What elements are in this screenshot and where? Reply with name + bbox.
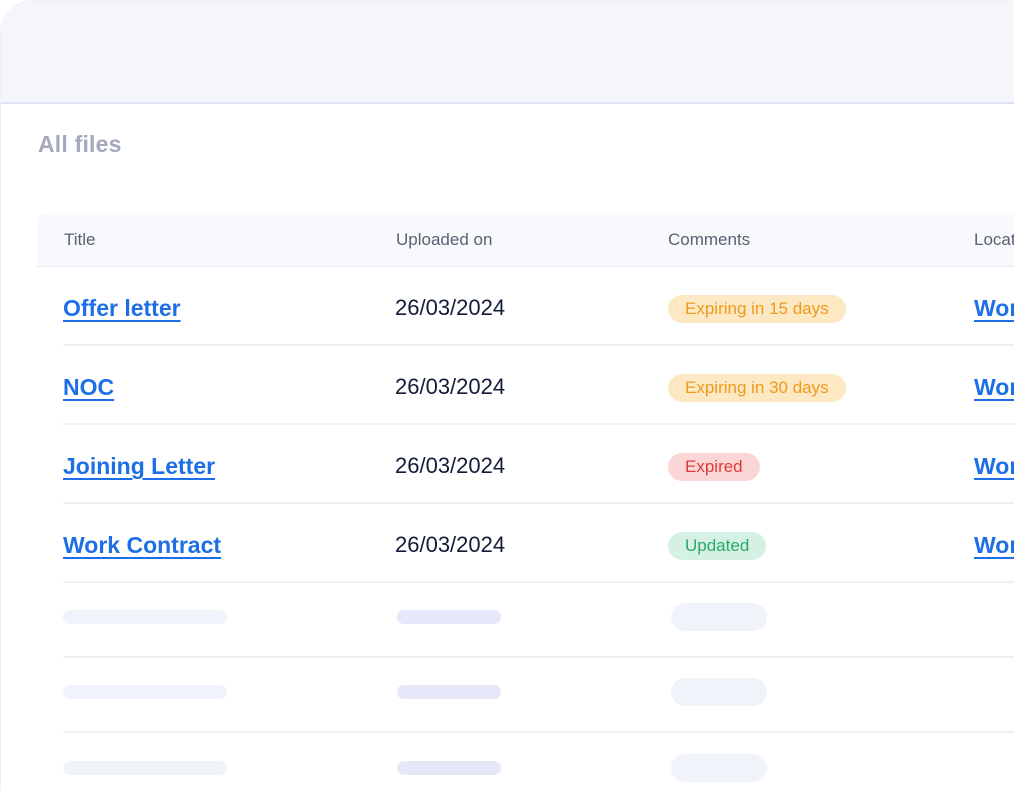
table-header: Title Uploaded on Comments Locat	[37, 213, 1014, 267]
skeleton-date	[397, 610, 501, 624]
file-title-link[interactable]: Work Contract	[63, 532, 221, 559]
status-badge: Expiring in 15 days	[668, 295, 846, 323]
placeholder-row	[63, 583, 1014, 658]
files-card: All files Title Uploaded on Comments Loc…	[0, 0, 1014, 790]
section-title: All files	[38, 131, 122, 157]
files-table: Title Uploaded on Comments Locat Offer l…	[37, 213, 1014, 782]
column-header-comments: Comments	[668, 230, 751, 249]
skeleton-badge	[671, 754, 767, 782]
uploaded-date: 26/03/2024	[395, 374, 506, 399]
file-title-link[interactable]: NOC	[63, 374, 114, 401]
column-header-location: Locat	[974, 230, 1014, 249]
location-link[interactable]: Wor	[974, 453, 1014, 480]
status-badge: Expired	[668, 453, 760, 481]
card-header	[1, 1, 1014, 104]
location-link[interactable]: Wor	[974, 532, 1014, 559]
table-row: Joining Letter 26/03/2024 Expired Wor	[63, 425, 1014, 504]
skeleton-title	[63, 761, 227, 775]
skeleton-badge	[671, 603, 767, 631]
skeleton-date	[397, 685, 501, 699]
column-header-title: Title	[64, 230, 96, 249]
table-row: NOC 26/03/2024 Expiring in 30 days Wor	[63, 346, 1014, 425]
column-header-uploaded-on: Uploaded on	[396, 230, 493, 249]
placeholder-row	[63, 734, 1014, 790]
placeholder-row	[63, 658, 1014, 733]
skeleton-badge	[671, 678, 767, 706]
status-badge: Updated	[668, 532, 767, 560]
skeleton-title	[63, 610, 227, 624]
table-row: Work Contract 26/03/2024 Updated Wor	[63, 504, 1014, 583]
file-title-link[interactable]: Joining Letter	[63, 453, 215, 480]
status-badge: Expiring in 30 days	[668, 374, 846, 402]
uploaded-date: 26/03/2024	[395, 453, 506, 478]
table-row: Offer letter 26/03/2024 Expiring in 15 d…	[63, 267, 1014, 346]
file-title-link[interactable]: Offer letter	[63, 295, 181, 322]
uploaded-date: 26/03/2024	[395, 532, 506, 557]
location-link[interactable]: Wor	[974, 295, 1014, 322]
skeleton-date	[397, 761, 501, 775]
location-link[interactable]: Wor	[974, 374, 1014, 401]
uploaded-date: 26/03/2024	[395, 295, 506, 320]
skeleton-title	[63, 685, 227, 699]
